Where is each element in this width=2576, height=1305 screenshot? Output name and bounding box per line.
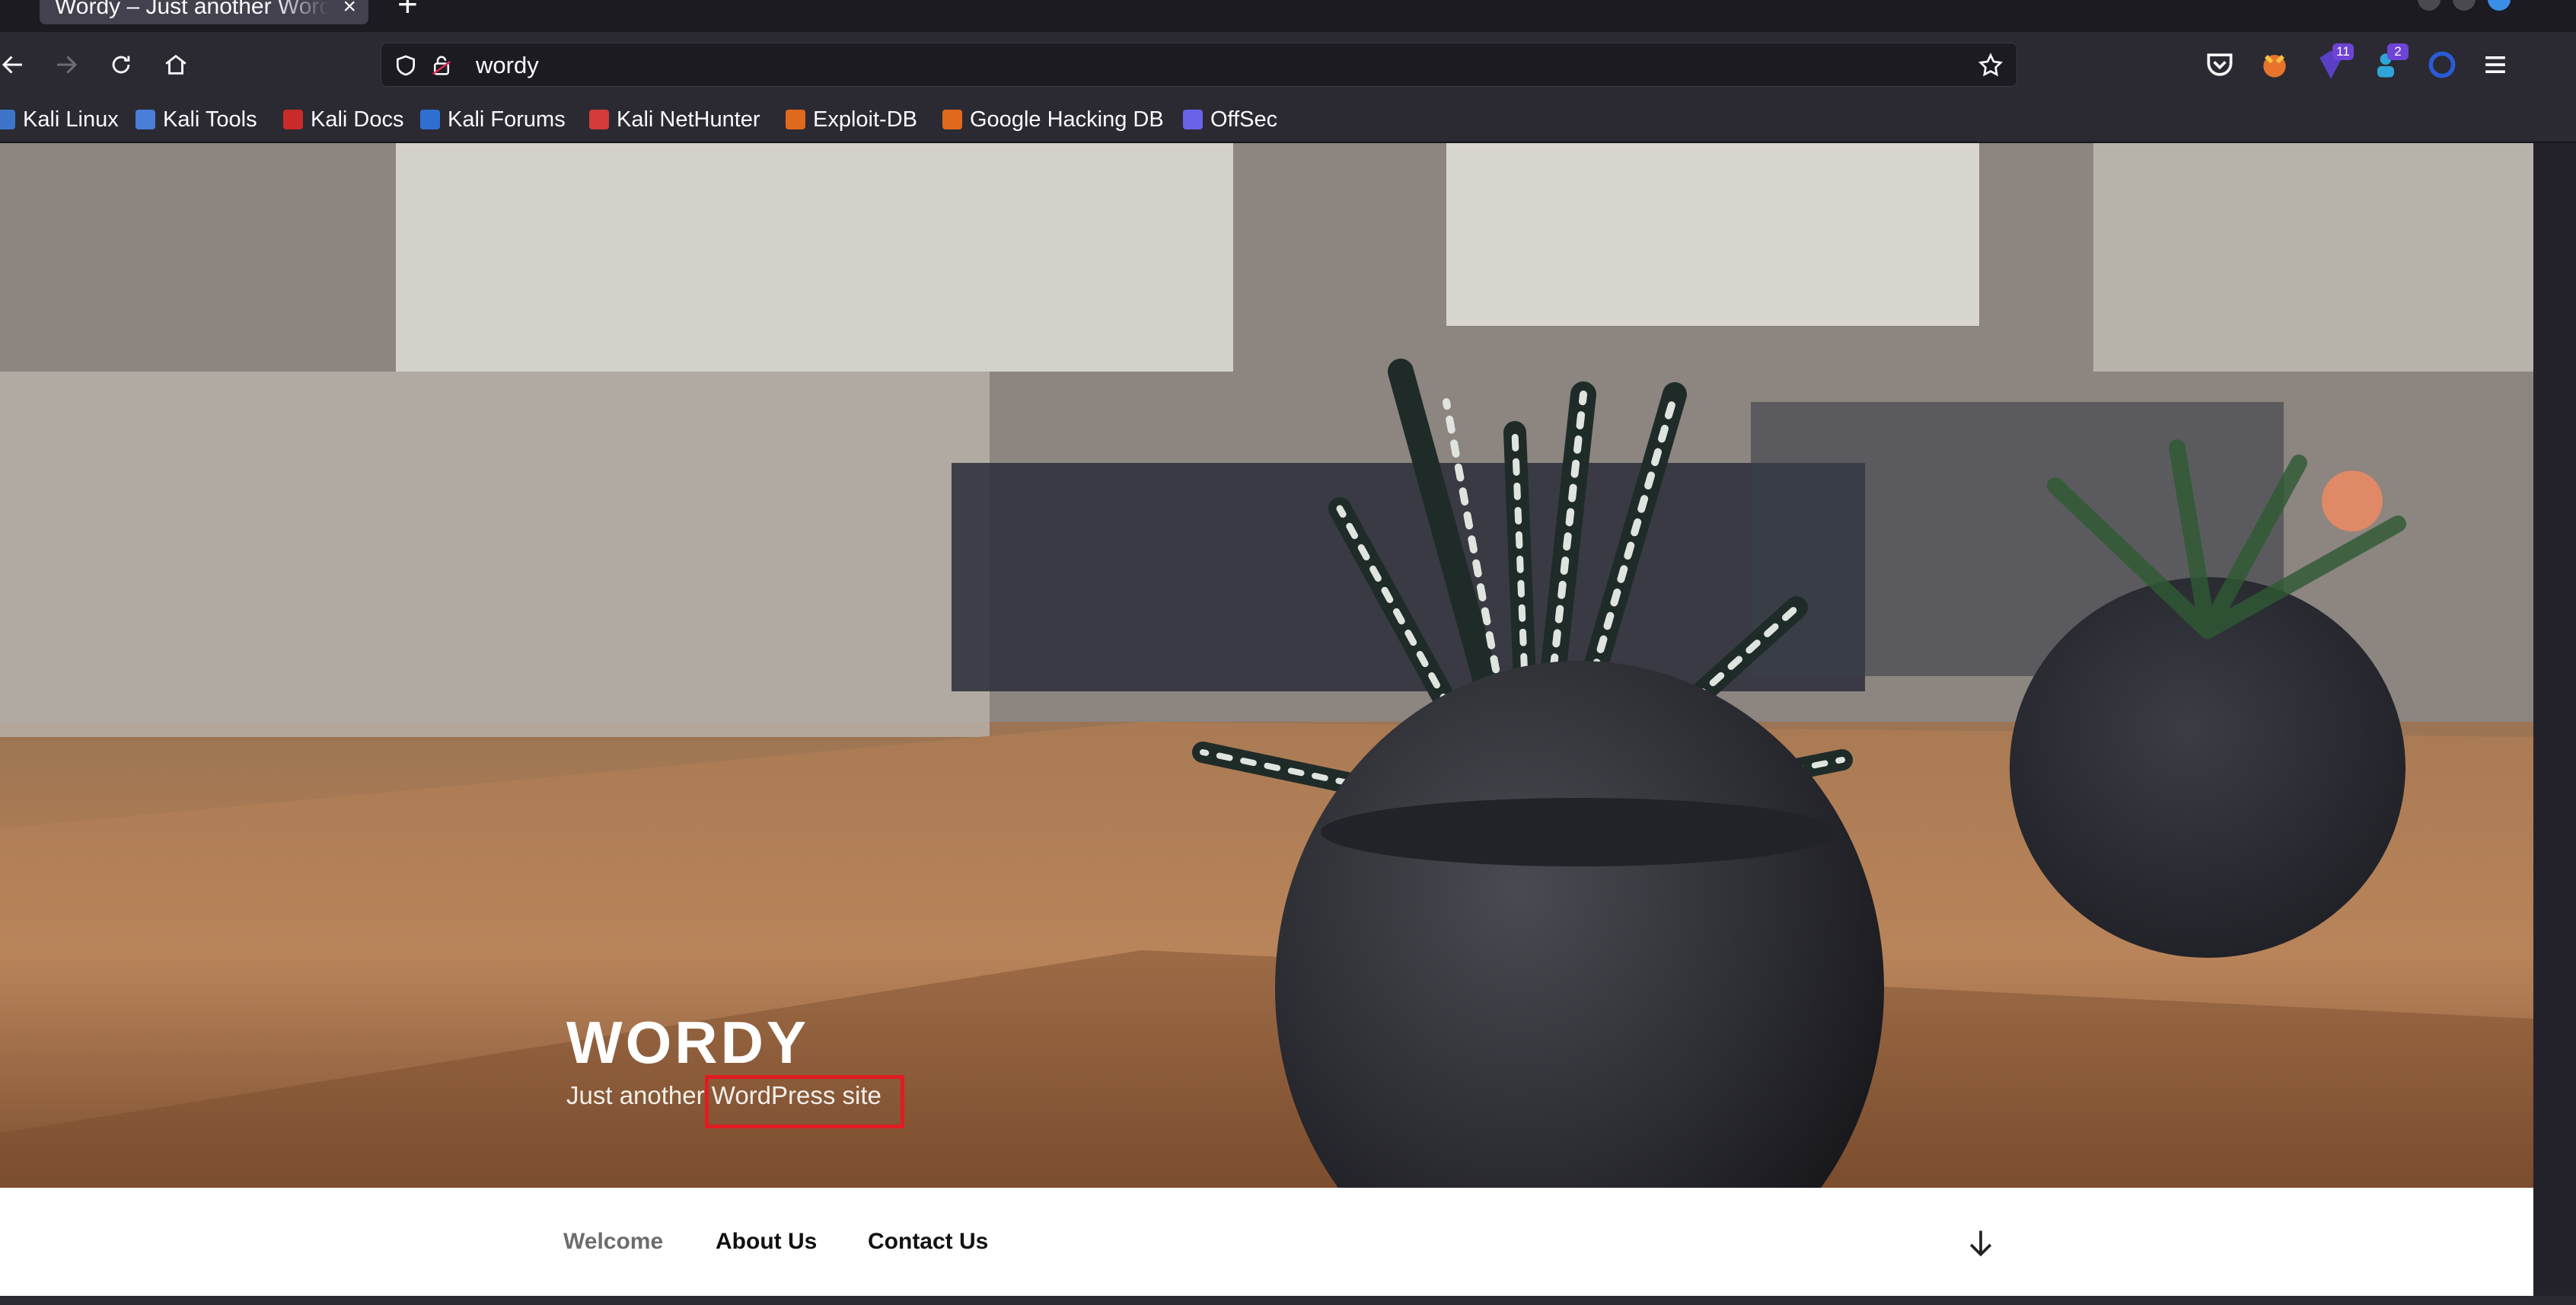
- extension-ring-icon: [2428, 51, 2456, 78]
- menu-item-welcome[interactable]: Welcome: [563, 1188, 663, 1296]
- tab-title: Wordy – Just another WordPress site: [55, 0, 329, 19]
- offsec-icon: [1183, 110, 1203, 129]
- scroll-down-arrow-icon[interactable]: [1964, 1224, 1997, 1262]
- home-button[interactable]: [158, 47, 193, 82]
- address-bar[interactable]: wordy: [381, 43, 2017, 87]
- bookmark-star-icon[interactable]: [1977, 52, 2004, 79]
- app-menu-button[interactable]: [2479, 48, 2512, 81]
- bookmark-label: Kali Forums: [448, 107, 566, 132]
- bookmark-google-hacking-db[interactable]: Google Hacking DB: [942, 97, 1164, 142]
- plant-photo: [0, 143, 2533, 1188]
- web-page: WORDY Just another WordPress site Welcom…: [0, 143, 2533, 1296]
- forward-button[interactable]: [49, 47, 84, 82]
- header-hero-image: WORDY Just another WordPress site: [0, 143, 2533, 1188]
- tab-strip: Wordy – Just another WordPress site × +: [0, 0, 2576, 32]
- menu-item-contact-us[interactable]: Contact Us: [868, 1188, 988, 1296]
- bookmark-kali-tools[interactable]: Kali Tools: [135, 97, 257, 142]
- kali-docs-icon: [283, 110, 303, 129]
- primary-menu: Welcome About Us Contact Us: [0, 1188, 2533, 1296]
- navigation-toolbar: wordy 11 2: [0, 32, 2576, 97]
- insecure-lock-icon[interactable]: [430, 53, 453, 78]
- extension-badge: 11: [2332, 43, 2354, 60]
- menu-item-about-us[interactable]: About Us: [716, 1188, 817, 1296]
- bookmark-kali-linux[interactable]: Kali Linux: [0, 97, 119, 142]
- maximize-button[interactable]: [2453, 0, 2476, 11]
- window-bottom-edge: [0, 1296, 2576, 1305]
- extension-blue-button[interactable]: [2425, 48, 2459, 81]
- hamburger-menu-icon: [2485, 56, 2505, 73]
- home-icon: [165, 54, 187, 75]
- bookmark-label: Google Hacking DB: [970, 107, 1164, 132]
- extension-shield-button[interactable]: 11: [2314, 43, 2354, 81]
- tracking-protection-shield-icon[interactable]: [394, 53, 418, 78]
- new-tab-button[interactable]: +: [397, 0, 418, 21]
- bookmark-kali-docs[interactable]: Kali Docs: [283, 97, 404, 142]
- bookmark-label: Kali Tools: [163, 107, 257, 132]
- back-arrow-icon: [2, 56, 22, 74]
- browser-tab[interactable]: Wordy – Just another WordPress site ×: [40, 0, 368, 24]
- bookmark-kali-nethunter[interactable]: Kali NetHunter: [589, 97, 760, 142]
- bookmark-label: Kali NetHunter: [617, 107, 760, 132]
- reload-button[interactable]: [104, 47, 139, 82]
- extension-fox-icon: [2263, 55, 2286, 78]
- tab-close-icon[interactable]: ×: [343, 0, 356, 24]
- bookmark-offsec[interactable]: OffSec: [1183, 97, 1277, 142]
- kali-nethunter-icon: [589, 110, 609, 129]
- bookmark-label: OffSec: [1210, 107, 1278, 132]
- bookmark-label: Kali Docs: [311, 107, 404, 132]
- url-text[interactable]: wordy: [476, 43, 539, 88]
- pocket-button[interactable]: [2203, 48, 2236, 81]
- bookmark-exploit-db[interactable]: Exploit-DB: [786, 97, 917, 142]
- bookmark-label: Kali Linux: [23, 107, 119, 132]
- kali-tools-icon: [135, 110, 155, 129]
- bookmarks-toolbar: Kali Linux Kali Tools Kali Docs Kali For…: [0, 97, 2576, 143]
- page-scroll-gutter: [2533, 143, 2576, 1296]
- annotation-highlight-box: [705, 1075, 904, 1128]
- window-close-button[interactable]: [2488, 0, 2511, 11]
- extension-fox-button[interactable]: [2258, 48, 2291, 81]
- extension-badge: 2: [2387, 43, 2409, 60]
- exploit-db-icon: [786, 110, 805, 129]
- pocket-icon: [2207, 53, 2233, 76]
- kali-forums-icon: [420, 110, 440, 129]
- kali-dragon-icon: [0, 110, 15, 129]
- back-button[interactable]: [0, 47, 30, 82]
- site-title[interactable]: WORDY: [566, 1008, 809, 1077]
- bookmark-label: Exploit-DB: [813, 107, 917, 132]
- bookmark-kali-forums[interactable]: Kali Forums: [420, 97, 566, 142]
- reload-icon: [112, 56, 130, 74]
- google-hacking-db-icon: [942, 110, 962, 129]
- minimize-button[interactable]: [2418, 0, 2441, 11]
- forward-arrow-icon: [57, 56, 78, 74]
- extension-person-button[interactable]: 2: [2369, 43, 2409, 81]
